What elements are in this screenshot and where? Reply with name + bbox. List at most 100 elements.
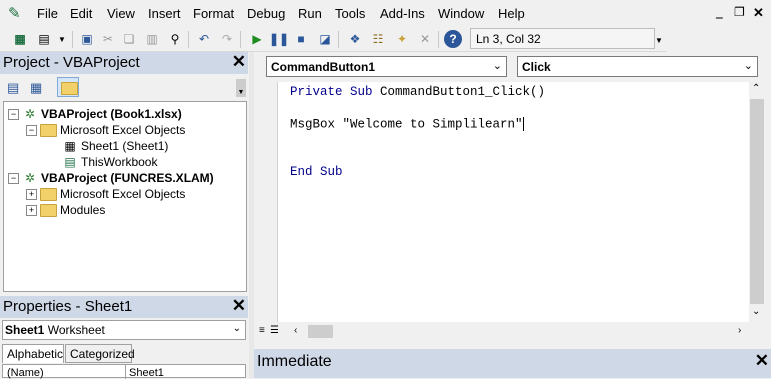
code-line[interactable]: End Sub <box>290 165 343 179</box>
procedure-combo-value: Click <box>522 60 551 74</box>
project-explorer-title: Project - VBAProject <box>3 54 140 71</box>
chevron-down-icon[interactable]: ⌄ <box>744 59 753 72</box>
menu-view[interactable]: View <box>107 6 135 21</box>
menu-help[interactable]: Help <box>498 6 525 21</box>
code-margin[interactable] <box>257 82 278 322</box>
vbe-app-icon: ✎ <box>8 5 21 22</box>
collapse-icon[interactable]: − <box>26 124 37 136</box>
tree-node-label: Microsoft Excel Objects <box>60 123 186 137</box>
vbaproject-icon: ✲ <box>24 107 36 121</box>
chevron-down-icon[interactable]: ⌄ <box>493 59 502 72</box>
tree-node-excel-objects-2[interactable]: + Microsoft Excel Objects <box>26 187 185 201</box>
menu-add-ins[interactable]: Add-Ins <box>380 6 425 21</box>
object-type: Worksheet <box>47 323 105 337</box>
procedure-view-icon[interactable]: ≡ <box>259 325 265 336</box>
open-folder-icon <box>40 123 57 137</box>
tree-node-label: ThisWorkbook <box>81 155 158 169</box>
menu-debug[interactable]: Debug <box>247 6 285 21</box>
tree-node-vbaproject-funcres[interactable]: − ✲ VBAProject (FUNCRES.XLAM) <box>8 171 214 185</box>
worksheet-icon: ▦ <box>64 139 76 153</box>
tab-alphabetic[interactable]: Alphabetic <box>2 344 64 363</box>
menu-bar: ✎ File Edit View Insert Format Debug Run… <box>0 0 771 27</box>
vertical-scrollbar[interactable]: ⌃ ⌄ <box>749 82 766 322</box>
expand-icon[interactable]: + <box>26 204 37 216</box>
toolbox-icon[interactable]: ✕ <box>416 30 434 48</box>
chevron-down-icon[interactable]: ▼ <box>53 30 71 48</box>
expand-icon[interactable]: + <box>26 188 37 200</box>
menu-tools[interactable]: Tools <box>335 6 365 21</box>
view-code-icon[interactable]: ▤ <box>7 80 19 96</box>
property-value[interactable]: Sheet1 <box>129 367 164 379</box>
toggle-folders-button[interactable] <box>57 77 79 97</box>
scroll-up-icon[interactable]: ⌃ <box>752 83 760 94</box>
redo-icon[interactable]: ↷ <box>218 30 236 48</box>
scroll-right-icon[interactable]: › <box>738 325 741 336</box>
menu-format[interactable]: Format <box>193 6 234 21</box>
code-line[interactable]: Private Sub CommandButton1_Click() <box>290 85 545 99</box>
pane-splitter[interactable] <box>249 52 254 378</box>
save-icon[interactable]: ▣ <box>78 30 96 48</box>
menu-file[interactable]: File <box>37 6 58 21</box>
paste-icon[interactable]: ▥ <box>143 30 161 48</box>
find-icon[interactable]: ⚲ <box>166 30 184 48</box>
cut-icon[interactable]: ✂ <box>99 30 117 48</box>
tree-node-label: Sheet1 (Sheet1) <box>81 139 169 153</box>
insert-userform-icon[interactable]: ▤ <box>35 30 53 48</box>
tree-node-thisworkbook[interactable]: ▤ ThisWorkbook <box>62 155 157 169</box>
object-combo-value: CommandButton1 <box>271 60 375 74</box>
workbook-icon: ▤ <box>64 155 76 169</box>
close-icon[interactable]: ✕ <box>755 352 769 369</box>
menu-insert[interactable]: Insert <box>148 6 181 21</box>
tab-categorized[interactable]: Categorized <box>65 344 135 363</box>
code-editor[interactable]: Private Sub CommandButton1_Click() MsgBo… <box>278 82 749 322</box>
close-icon[interactable]: ✕ <box>232 53 246 70</box>
project-explorer-titlebar: Project - VBAProject ✕ <box>0 52 248 74</box>
cursor-position: Ln 3, Col 32 <box>470 28 655 49</box>
copy-icon[interactable]: ❏ <box>120 30 138 48</box>
code-line[interactable]: MsgBox "Welcome to Simplilearn" <box>290 117 524 131</box>
object-browser-icon[interactable]: ✦ <box>393 30 411 48</box>
properties-object-select[interactable]: Sheet1 Worksheet ⌄ <box>2 320 246 340</box>
project-explorer-icon[interactable]: ❖ <box>346 30 364 48</box>
properties-icon[interactable]: ☷ <box>369 30 387 48</box>
tree-node-excel-objects[interactable]: − Microsoft Excel Objects <box>26 123 185 137</box>
vbaproject-icon: ✲ <box>24 171 36 185</box>
collapse-icon[interactable]: − <box>8 172 19 184</box>
scroll-thumb[interactable] <box>750 99 764 304</box>
scroll-thumb[interactable] <box>308 325 333 338</box>
tree-node-vbaproject-book1[interactable]: − ✲ VBAProject (Book1.xlsx) <box>8 107 182 121</box>
chevron-down-icon[interactable]: ⌄ <box>233 323 241 334</box>
view-toggle-buttons: ≡ ☰ <box>257 323 279 340</box>
scroll-left-icon[interactable]: ‹ <box>294 325 297 336</box>
toolbar-overflow-icon[interactable]: ▼ <box>655 36 663 45</box>
scroll-handle[interactable]: ▼ <box>236 79 246 97</box>
menu-window[interactable]: Window <box>438 6 484 21</box>
object-name: Sheet1 <box>5 323 45 337</box>
excel-view-icon[interactable]: ▦ <box>11 30 29 48</box>
design-mode-icon[interactable]: ◪ <box>316 30 334 48</box>
help-icon[interactable]: ? <box>444 30 462 48</box>
scroll-down-icon[interactable]: ⌄ <box>752 306 760 317</box>
collapse-icon[interactable]: − <box>8 108 19 120</box>
horizontal-scrollbar[interactable]: ‹ › <box>278 323 749 340</box>
close-icon[interactable]: ✕ <box>753 5 764 21</box>
run-icon[interactable]: ▶ <box>248 30 266 48</box>
menu-edit[interactable]: Edit <box>70 6 92 21</box>
view-object-icon[interactable]: ▦ <box>30 80 42 96</box>
break-icon[interactable]: ❚❚ <box>269 30 289 48</box>
object-combo[interactable]: CommandButton1 ⌄ <box>266 56 507 77</box>
tree-node-label: Modules <box>60 203 106 217</box>
tree-node-modules[interactable]: + Modules <box>26 203 105 217</box>
close-icon[interactable]: ✕ <box>232 297 246 314</box>
procedure-combo[interactable]: Click ⌄ <box>517 56 758 77</box>
immediate-title: Immediate <box>257 353 332 370</box>
menu-run[interactable]: Run <box>298 6 322 21</box>
restore-icon[interactable]: ❐ <box>734 5 745 19</box>
properties-titlebar: Properties - Sheet1 ✕ <box>0 296 248 318</box>
undo-icon[interactable]: ↶ <box>195 30 213 48</box>
reset-icon[interactable]: ■ <box>292 30 310 48</box>
minimize-icon[interactable]: ‗ <box>716 5 723 19</box>
folder-icon <box>61 82 78 95</box>
tree-node-label: Microsoft Excel Objects <box>60 187 186 201</box>
tree-node-sheet1[interactable]: ▦ Sheet1 (Sheet1) <box>62 139 168 153</box>
